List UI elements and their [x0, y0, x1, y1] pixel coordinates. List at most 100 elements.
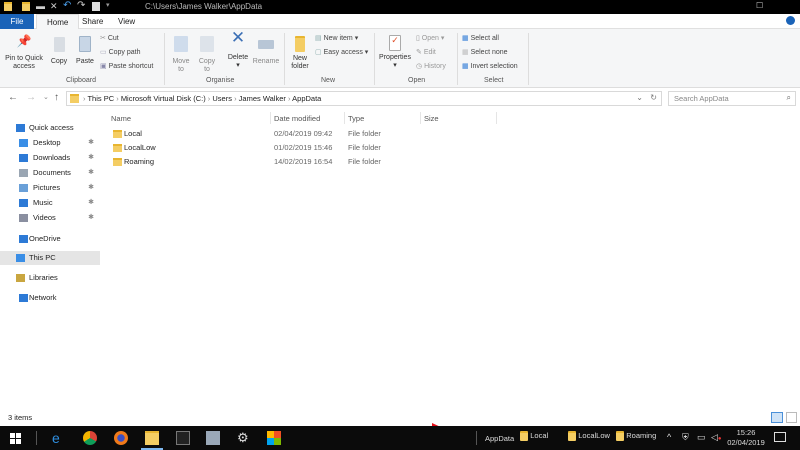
up-button[interactable]: ↑: [54, 92, 59, 103]
nav-item-videos[interactable]: Videos ✱: [0, 211, 100, 225]
column-divider[interactable]: [344, 112, 345, 124]
defender-icon[interactable]: ⛨: [682, 432, 689, 443]
pin-to-quick-access-button[interactable]: 📌 Pin to Quick access: [4, 35, 44, 71]
nav-item-onedrive[interactable]: OneDrive: [0, 232, 100, 246]
nav-item-downloads[interactable]: Downloads ✱: [0, 151, 100, 165]
file-explorer-icon[interactable]: [145, 431, 159, 445]
document-icon[interactable]: [92, 2, 100, 11]
forward-button[interactable]: →: [26, 92, 36, 103]
delete-button[interactable]: ✕ Delete ▾: [226, 29, 250, 70]
nav-item-label: Documents: [33, 168, 71, 177]
toolbar-item-roaming[interactable]: Roaming: [616, 431, 656, 441]
delete-icon[interactable]: ✕: [50, 1, 58, 12]
nav-item-documents[interactable]: Documents ✱: [0, 166, 100, 180]
move-to-button[interactable]: Move to: [170, 35, 192, 74]
nav-item-music[interactable]: Music ✱: [0, 196, 100, 210]
refresh-icon[interactable]: ↻: [650, 93, 657, 102]
volume-muted-icon[interactable]: ◁●: [711, 432, 722, 443]
select-none-button[interactable]: ▦ Select none: [462, 48, 508, 56]
separator: [36, 431, 37, 445]
separator: [528, 33, 529, 85]
column-header-size[interactable]: Size: [424, 114, 439, 123]
address-input[interactable]: › This PC › Microsoft Virtual Disk (C:) …: [66, 91, 662, 106]
crumb-this-pc[interactable]: This PC: [87, 94, 114, 103]
details-view-button[interactable]: [771, 412, 783, 423]
store-icon[interactable]: [267, 431, 281, 445]
nav-item-quick-access[interactable]: Quick access: [0, 121, 100, 135]
paste-button[interactable]: Paste: [74, 35, 96, 66]
file-row[interactable]: LocalLow 01/02/2019 15:46 File folder: [108, 141, 448, 155]
edge-icon[interactable]: e: [52, 431, 66, 445]
properties-check-icon: ✓: [389, 35, 401, 51]
column-header-name[interactable]: Name: [111, 114, 131, 123]
copy-path-button[interactable]: ▭ Copy path: [100, 48, 140, 56]
start-button[interactable]: [10, 433, 21, 444]
settings-gear-icon[interactable]: ⚙: [237, 431, 251, 445]
large-icons-view-button[interactable]: [786, 412, 797, 423]
folder-icon: [113, 158, 122, 166]
column-divider[interactable]: [270, 112, 271, 124]
back-button[interactable]: ←: [8, 92, 18, 103]
crumb-disk[interactable]: Microsoft Virtual Disk (C:): [121, 94, 206, 103]
properties-icon[interactable]: ▬: [36, 1, 45, 11]
customize-qat-icon[interactable]: ▾: [106, 1, 110, 9]
crumb-james-walker[interactable]: James Walker: [239, 94, 286, 103]
open-button[interactable]: ▯ Open ▾: [416, 34, 444, 42]
control-panel-icon[interactable]: [206, 431, 220, 445]
nav-item-this-pc[interactable]: This PC: [0, 251, 100, 265]
copy-button[interactable]: Copy: [48, 35, 70, 66]
tab-view[interactable]: View: [108, 14, 145, 29]
undo-icon[interactable]: ↶: [63, 0, 71, 11]
select-all-button[interactable]: ▦ Select all: [462, 34, 499, 42]
redo-icon[interactable]: ↷: [77, 0, 85, 11]
address-dropdown-icon[interactable]: ⌄: [636, 93, 643, 102]
crumb-appdata[interactable]: AppData: [292, 94, 321, 103]
maximize-button[interactable]: ☐: [756, 1, 763, 10]
help-icon[interactable]: [786, 16, 795, 25]
file-type: File folder: [348, 157, 381, 166]
column-header-type[interactable]: Type: [348, 114, 364, 123]
edit-button[interactable]: ✎ Edit: [416, 48, 436, 56]
crumb-users[interactable]: Users: [212, 94, 232, 103]
tab-file[interactable]: File: [0, 14, 34, 29]
separator: [457, 33, 458, 85]
toolbar-item-local[interactable]: Local: [520, 431, 548, 441]
search-input[interactable]: Search AppData ⌕: [668, 91, 796, 106]
easy-access-button[interactable]: ▢ Easy access ▾: [315, 48, 368, 56]
action-center-icon[interactable]: [774, 432, 786, 442]
nav-item-network[interactable]: Network: [0, 291, 100, 305]
folder-icon: [4, 2, 12, 11]
command-prompt-icon[interactable]: [176, 431, 190, 445]
new-item-button[interactable]: ▤ New item ▾: [315, 34, 358, 42]
clock[interactable]: 15:26 02/04/2019: [726, 428, 766, 448]
nav-item-pictures[interactable]: Pictures ✱: [0, 181, 100, 195]
new-folder-button[interactable]: New folder: [288, 35, 312, 71]
rename-button[interactable]: Rename: [252, 35, 280, 66]
cut-button[interactable]: ✂ Cut: [100, 34, 119, 42]
nav-item-desktop[interactable]: Desktop ✱: [0, 136, 100, 150]
file-date: 14/02/2019 16:54: [274, 157, 333, 166]
properties-button[interactable]: ✓ Properties ▾: [377, 34, 413, 70]
show-hidden-icons-chevron-icon[interactable]: ^: [667, 432, 671, 442]
file-row[interactable]: Local 02/04/2019 09:42 File folder: [108, 127, 448, 141]
invert-selection-button[interactable]: ▦ Invert selection: [462, 62, 518, 70]
recent-locations-button[interactable]: ⌄: [43, 93, 49, 101]
nav-item-libraries[interactable]: Libraries: [0, 271, 100, 285]
toolbar-separator: [476, 431, 477, 445]
file-type: File folder: [348, 143, 381, 152]
column-divider[interactable]: [496, 112, 497, 124]
pictures-icon: [19, 184, 28, 192]
column-header-date[interactable]: Date modified: [274, 114, 320, 123]
firefox-icon[interactable]: [114, 431, 128, 445]
toolbar-item-locallow[interactable]: LocalLow: [568, 431, 610, 441]
column-divider[interactable]: [420, 112, 421, 124]
history-button[interactable]: ◷ History: [416, 62, 446, 70]
chrome-icon[interactable]: [83, 431, 97, 445]
paste-shortcut-button[interactable]: ▣ Paste shortcut: [100, 62, 153, 70]
downloads-icon: [19, 154, 28, 162]
select-none-icon: ▦: [462, 49, 471, 56]
toolbar-appdata-label[interactable]: AppData: [485, 434, 514, 443]
copy-to-button[interactable]: Copy to: [196, 35, 218, 74]
file-row[interactable]: Roaming 14/02/2019 16:54 File folder: [108, 155, 448, 169]
network-icon[interactable]: ▭: [697, 432, 706, 443]
